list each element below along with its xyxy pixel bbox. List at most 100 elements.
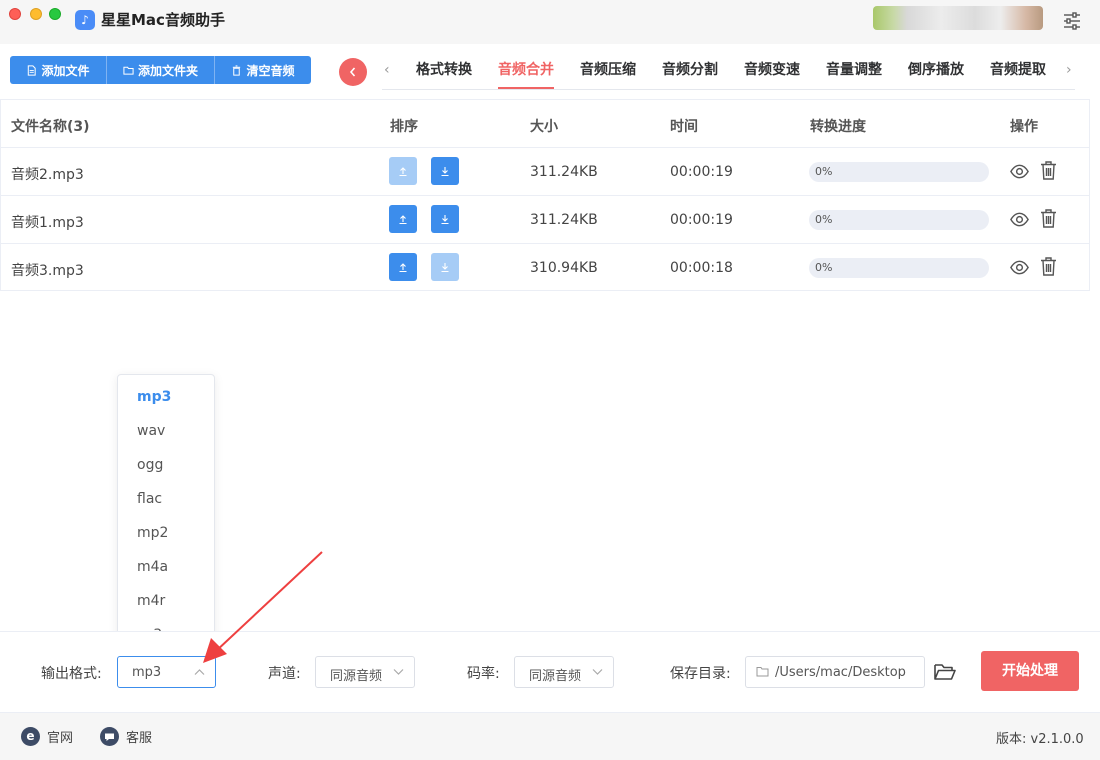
bitrate-value: 同源音频 (529, 669, 582, 684)
support-label: 客服 (126, 731, 153, 746)
format-option-mp3[interactable]: mp3 (137, 389, 171, 405)
move-up-button[interactable] (389, 253, 417, 281)
header-actions: 操作 (1010, 119, 1038, 135)
move-up-button[interactable] (389, 205, 417, 233)
format-option-m4a[interactable]: m4a (137, 559, 168, 575)
footer-bar: e 官网 客服 版本: v2.1.0.0 (0, 712, 1100, 760)
website-label: 官网 (47, 731, 74, 746)
minimize-window-button[interactable] (30, 8, 42, 20)
title-bar: ♪ 星星Mac音频助手 (0, 0, 1100, 44)
arrow-up-icon (399, 167, 407, 177)
channel-value: 同源音频 (330, 669, 383, 684)
progress-text: 0% (815, 165, 833, 178)
header-time: 时间 (670, 119, 698, 135)
progress-text: 0% (815, 261, 833, 274)
tab-audio-compress[interactable]: 音频压缩 (580, 52, 636, 89)
format-option-wav[interactable]: wav (137, 423, 165, 439)
arrow-down-icon (441, 263, 449, 273)
table-header: 文件名称(3) 排序 大小 时间 转换进度 操作 (1, 100, 1089, 148)
move-down-button[interactable] (431, 157, 459, 185)
file-size-cell: 311.24KB (530, 212, 598, 228)
tab-volume-adjust[interactable]: 音量调整 (826, 52, 882, 89)
move-down-button[interactable] (431, 205, 459, 233)
file-action-button-group: 添加文件 添加文件夹 清空音频 (10, 56, 311, 84)
support-link[interactable]: 客服 (100, 727, 152, 746)
settings-sliders-icon[interactable] (1062, 11, 1082, 31)
format-option-m4r[interactable]: m4r (137, 593, 165, 609)
zoom-window-button[interactable] (49, 8, 61, 20)
app-title: 星星Mac音频助手 (101, 11, 225, 29)
tab-audio-merge[interactable]: 音频合并 (498, 52, 554, 89)
start-processing-button[interactable]: 开始处理 (981, 651, 1079, 691)
version-text: 版本: v2.1.0.0 (996, 732, 1084, 747)
file-size-cell: 311.24KB (530, 164, 598, 180)
file-table: 文件名称(3) 排序 大小 时间 转换进度 操作 音频2.mp3 311.24K… (0, 99, 1090, 291)
user-account-blurred[interactable] (873, 6, 1043, 30)
save-dir-label: 保存目录: (670, 666, 731, 682)
format-option-mp2[interactable]: mp2 (137, 525, 168, 541)
save-dir-input[interactable]: /Users/mac/Desktop (745, 656, 925, 688)
bitrate-label: 码率: (467, 666, 500, 682)
header-sort: 排序 (390, 119, 418, 135)
chevron-down-icon (592, 669, 603, 675)
close-window-button[interactable] (9, 8, 21, 20)
arrow-down-icon (441, 215, 449, 225)
arrow-up-icon (399, 215, 407, 225)
file-time-cell: 00:00:19 (670, 164, 733, 180)
folder-icon (123, 66, 134, 75)
save-dir-path: /Users/mac/Desktop (775, 665, 906, 680)
website-e-icon: e (21, 727, 40, 746)
chevron-left-icon (349, 67, 356, 77)
add-folder-button[interactable]: 添加文件夹 (106, 56, 214, 84)
bitrate-select[interactable]: 同源音频 (514, 656, 614, 688)
tab-audio-speed[interactable]: 音频变速 (744, 52, 800, 89)
website-link[interactable]: e 官网 (21, 727, 73, 746)
output-format-value: mp3 (132, 665, 162, 680)
file-name-cell: 音频3.mp3 (11, 263, 84, 279)
collapse-back-button[interactable] (339, 58, 367, 86)
add-folder-label: 添加文件夹 (137, 63, 198, 78)
tabs-scroll-right-icon[interactable]: › (1066, 62, 1072, 78)
file-time-cell: 00:00:18 (670, 260, 733, 276)
add-file-button[interactable]: 添加文件 (10, 56, 106, 84)
table-row[interactable]: 音频3.mp3 310.94KB 00:00:18 0% (1, 244, 1089, 292)
move-up-button (389, 157, 417, 185)
file-time-cell: 00:00:19 (670, 212, 733, 228)
tab-format-convert[interactable]: 格式转换 (416, 52, 472, 89)
format-option-ogg[interactable]: ogg (137, 457, 163, 473)
table-row[interactable]: 音频1.mp3 311.24KB 00:00:19 0% (1, 196, 1089, 244)
app-logo-icon: ♪ (75, 10, 95, 30)
progress-text: 0% (815, 213, 833, 226)
delete-trash-icon[interactable] (1039, 256, 1058, 277)
header-file-name: 文件名称(3) (11, 119, 90, 135)
tab-reverse-play[interactable]: 倒序播放 (908, 52, 964, 89)
format-option-flac[interactable]: flac (137, 491, 162, 507)
move-down-button (431, 253, 459, 281)
tabs-scroll-left-icon[interactable]: ‹ (384, 62, 390, 78)
chevron-up-icon (194, 669, 205, 675)
header-size: 大小 (530, 119, 558, 135)
delete-trash-icon[interactable] (1039, 208, 1058, 229)
preview-eye-icon[interactable] (1009, 209, 1030, 230)
tab-audio-split[interactable]: 音频分割 (662, 52, 718, 89)
preview-eye-icon[interactable] (1009, 161, 1030, 182)
function-tabs: ‹ 格式转换 音频合并 音频压缩 音频分割 音频变速 音量调整 倒序播放 音频提… (382, 52, 1075, 90)
file-size-cell: 310.94KB (530, 260, 598, 276)
annotation-arrow-icon (203, 551, 323, 663)
file-name-cell: 音频1.mp3 (11, 215, 84, 231)
clear-audio-button[interactable]: 清空音频 (214, 56, 311, 84)
channel-select[interactable]: 同源音频 (315, 656, 415, 688)
output-settings-panel: 输出格式: mp3 声道: 同源音频 码率: 同源音频 保存目录: /Users… (0, 631, 1100, 711)
chevron-down-icon (393, 669, 404, 675)
table-row[interactable]: 音频2.mp3 311.24KB 00:00:19 0% (1, 148, 1089, 196)
folder-open-icon[interactable] (933, 661, 957, 683)
arrow-up-icon (399, 263, 407, 273)
output-format-label: 输出格式: (41, 666, 102, 682)
delete-trash-icon[interactable] (1039, 160, 1058, 181)
file-icon (28, 64, 37, 76)
tab-audio-extract[interactable]: 音频提取 (990, 52, 1046, 89)
conversion-progress-bar: 0% (809, 162, 989, 182)
preview-eye-icon[interactable] (1009, 257, 1030, 278)
file-name-cell: 音频2.mp3 (11, 167, 84, 183)
header-progress: 转换进度 (810, 119, 866, 135)
